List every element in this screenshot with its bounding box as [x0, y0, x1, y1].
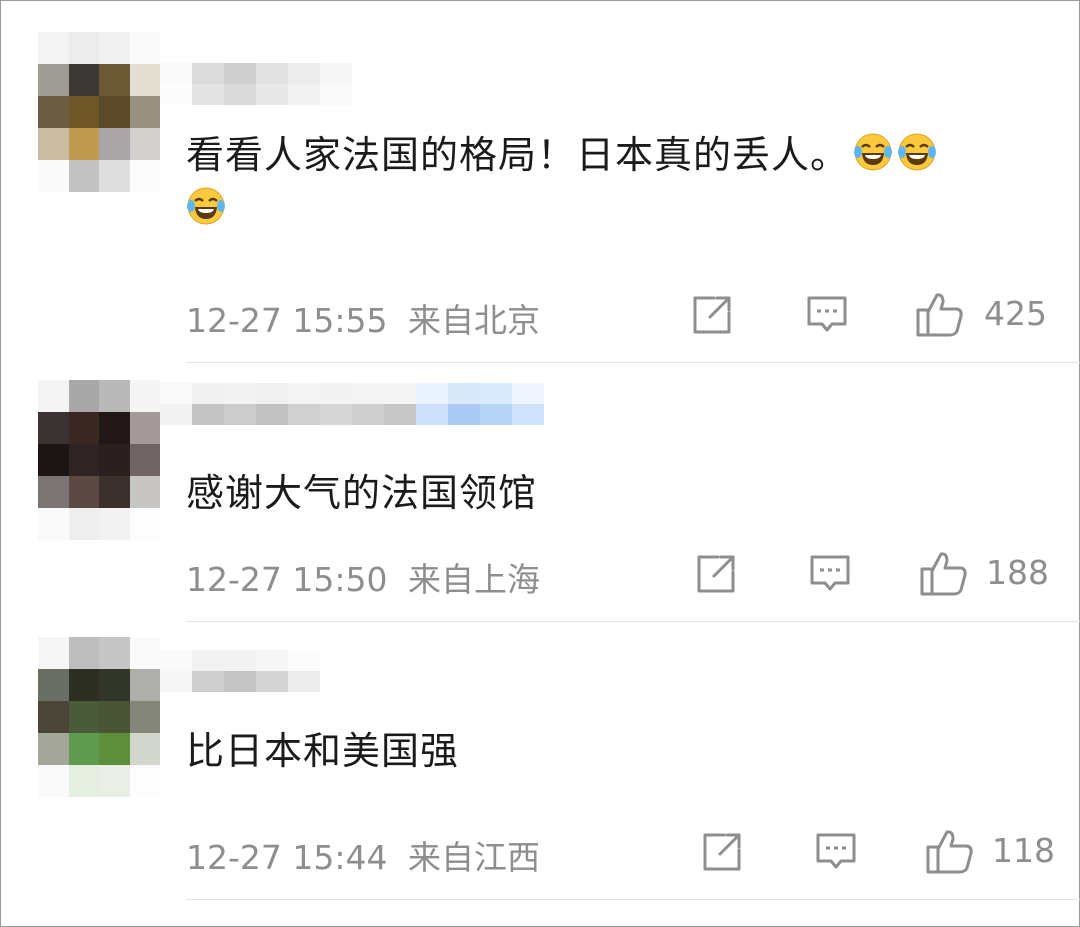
- comment-time: 12-27 15:55: [186, 301, 388, 340]
- comment-time: 12-27 15:44: [186, 838, 388, 877]
- thumbs-up-icon[interactable]: [919, 549, 969, 597]
- comment-icon[interactable]: [814, 830, 858, 874]
- comment-meta: 12-27 15:55 来自北京: [186, 294, 540, 342]
- comment-location: 来自江西: [407, 838, 540, 877]
- comment-location: 来自北京: [407, 301, 540, 340]
- comment-text-content: 看看人家法国的格局！日本真的丢人。: [186, 133, 850, 177]
- username-blurred[interactable]: [160, 650, 320, 692]
- share-icon[interactable]: [690, 293, 734, 337]
- thumbs-up-icon[interactable]: [925, 827, 975, 875]
- like-count: 118: [992, 831, 1055, 870]
- comment-icon[interactable]: [808, 552, 852, 596]
- like-count: 425: [984, 294, 1047, 333]
- comment-time: 12-27 15:50: [186, 560, 388, 599]
- like-count: 188: [986, 553, 1049, 592]
- thumbs-up-icon[interactable]: [915, 290, 965, 338]
- username-blurred[interactable]: [160, 383, 544, 425]
- laughing-tears-icon: [853, 132, 893, 172]
- comment-text: 看看人家法国的格局！日本真的丢人。: [186, 128, 1056, 236]
- laughing-tears-icon: [186, 186, 226, 226]
- divider: [186, 899, 1080, 900]
- avatar[interactable]: [38, 32, 160, 192]
- comment-meta: 12-27 15:44 来自江西: [186, 831, 540, 879]
- share-icon[interactable]: [694, 552, 738, 596]
- laughing-tears-icon: [897, 132, 937, 172]
- comment-text: 感谢大气的法国领馆: [186, 471, 538, 515]
- username-blurred[interactable]: [160, 63, 352, 105]
- divider: [186, 621, 1080, 622]
- comment-meta: 12-27 15:50 来自上海: [186, 553, 540, 601]
- avatar[interactable]: [38, 380, 160, 540]
- divider: [186, 362, 1080, 363]
- avatar[interactable]: [38, 637, 160, 797]
- comment-text: 比日本和美国强: [186, 729, 460, 773]
- comment-location: 来自上海: [407, 560, 540, 599]
- share-icon[interactable]: [700, 830, 744, 874]
- comment-icon[interactable]: [805, 293, 849, 337]
